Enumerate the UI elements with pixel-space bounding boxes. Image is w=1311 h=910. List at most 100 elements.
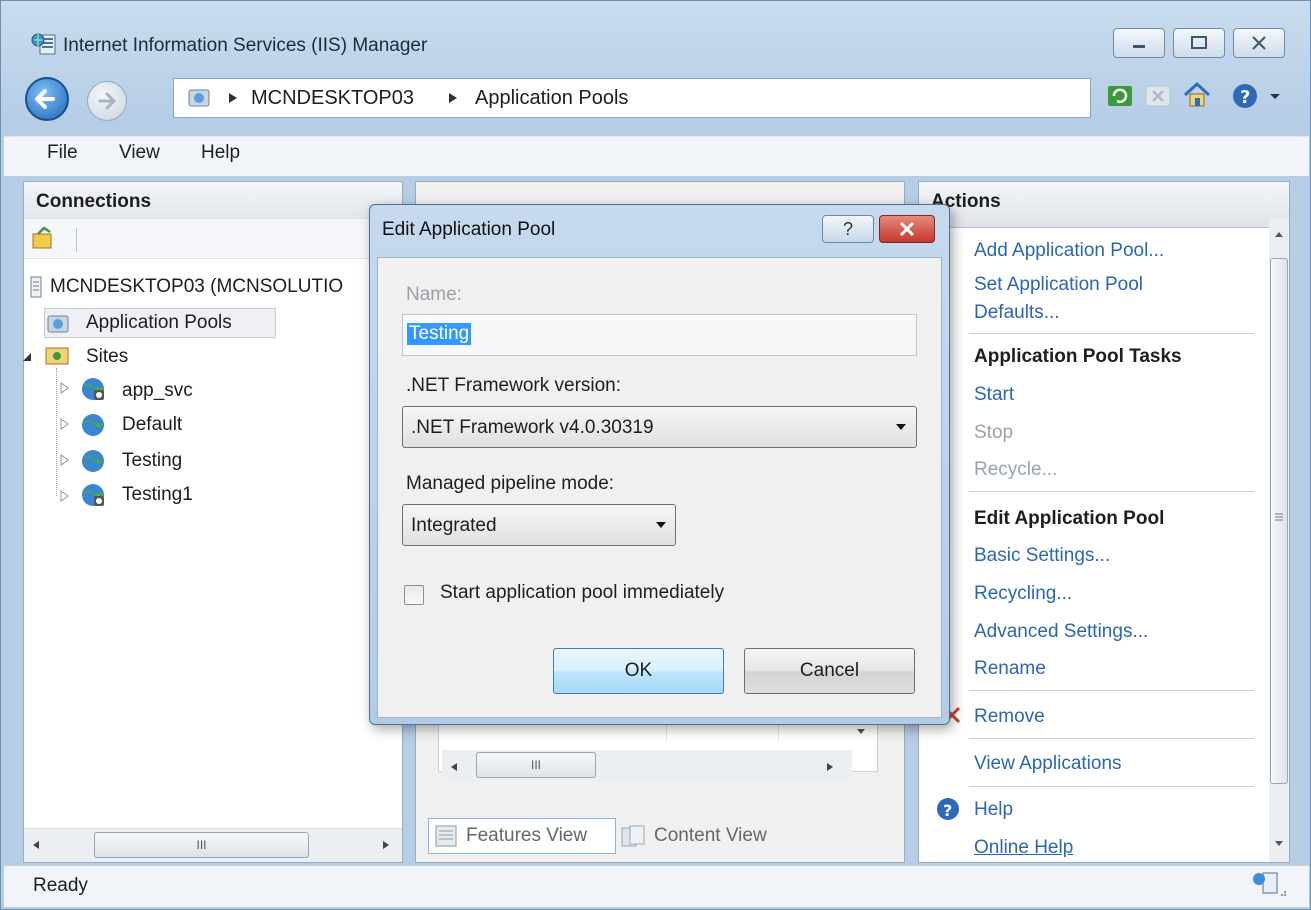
action-recycling[interactable]: Recycling... <box>974 583 1072 605</box>
app-pools-icon <box>185 84 213 112</box>
grid-scroll-thumb[interactable]: III <box>476 752 596 778</box>
scroll-down-icon[interactable] <box>856 728 866 736</box>
action-online-help[interactable]: Online Help <box>974 837 1073 859</box>
scroll-left-icon[interactable] <box>450 762 458 772</box>
name-field-value: Testing <box>407 323 472 345</box>
help-menu-icon[interactable]: ? <box>1231 81 1261 111</box>
chevron-down-icon <box>896 424 906 430</box>
tree-item-site[interactable]: Testing <box>122 450 182 472</box>
site-globe-icon <box>80 412 108 440</box>
start-immediately-label: Start application pool immediately <box>440 582 725 603</box>
framework-select[interactable]: .NET Framework v4.0.30319 <box>402 406 917 448</box>
pipeline-select[interactable]: Integrated <box>402 504 676 546</box>
site-globe-icon <box>80 376 108 404</box>
action-basic-settings[interactable]: Basic Settings... <box>974 545 1110 567</box>
close-icon <box>899 221 915 237</box>
dialog-help-button[interactable]: ? <box>822 215 874 243</box>
start-immediately-checkbox[interactable] <box>404 585 424 605</box>
site-globe-icon <box>80 448 108 476</box>
actions-separator <box>969 333 1254 334</box>
svg-text:?: ? <box>943 801 952 820</box>
cancel-button[interactable]: Cancel <box>744 648 915 694</box>
menu-view[interactable]: View <box>119 142 160 164</box>
breadcrumb-arrow-icon <box>227 91 239 105</box>
action-rename[interactable]: Rename <box>974 658 1046 680</box>
pipeline-label: Managed pipeline mode: <box>406 473 615 494</box>
content-view-icon <box>620 824 648 848</box>
edit-app-pool-dialog: Edit Application Pool ? Name: Testing .N… <box>369 204 950 725</box>
menu-file[interactable]: File <box>47 142 78 164</box>
help-dropdown-icon[interactable] <box>1269 93 1281 101</box>
expand-arrow-icon[interactable] <box>60 454 70 466</box>
site-globe-icon <box>80 482 108 510</box>
minimize-button[interactable] <box>1113 28 1165 58</box>
collapse-arrow-icon[interactable] <box>22 352 32 362</box>
app-pools-icon <box>46 310 72 336</box>
breadcrumb-app-pools[interactable]: Application Pools <box>475 87 628 110</box>
action-remove[interactable]: Remove <box>974 706 1045 728</box>
tree-item-site[interactable]: app_svc <box>122 380 193 402</box>
action-stop: Stop <box>974 422 1014 443</box>
server-icon <box>28 276 44 298</box>
tree-item-site[interactable]: Default <box>122 414 182 436</box>
menu-help[interactable]: Help <box>201 142 240 164</box>
menu-bar <box>4 136 1309 176</box>
actions-separator <box>969 786 1254 787</box>
action-start[interactable]: Start <box>974 384 1014 406</box>
svg-text:?: ? <box>1240 87 1250 108</box>
action-set-defaults-line2[interactable]: Defaults... <box>974 302 1060 324</box>
actions-separator <box>969 738 1254 739</box>
breadcrumb-arrow-icon <box>447 91 459 105</box>
status-bar <box>4 865 1309 907</box>
action-add-app-pool[interactable]: Add Application Pool... <box>974 240 1164 262</box>
scroll-up-icon[interactable] <box>1274 230 1284 238</box>
help-icon: ? <box>935 796 961 822</box>
action-view-applications[interactable]: View Applications <box>974 753 1122 775</box>
tree-item-app-pools[interactable]: Application Pools <box>86 312 232 334</box>
connections-panel: Connections MCNDESKTOP03 (MCNSOLUTIO App… <box>23 181 403 863</box>
window-title: Internet Information Services (IIS) Mana… <box>63 35 428 56</box>
tree-item-sites[interactable]: Sites <box>86 346 128 368</box>
actions-separator <box>969 690 1254 691</box>
dialog-title: Edit Application Pool <box>382 219 556 240</box>
actions-panel: Actions Add Application Pool... Set Appl… <box>918 181 1290 863</box>
tab-features-view-label: Features View <box>466 825 588 846</box>
connections-scroll-thumb[interactable]: III <box>94 832 309 858</box>
back-button[interactable] <box>25 77 69 121</box>
scroll-left-icon[interactable] <box>32 840 40 850</box>
forward-button[interactable] <box>87 81 127 121</box>
dialog-close-button[interactable] <box>879 215 935 243</box>
toolbar-divider <box>76 228 77 252</box>
breadcrumb-server[interactable]: MCNDESKTOP03 <box>251 87 414 110</box>
actions-title: Actions <box>919 182 1289 228</box>
stop-icon <box>1143 81 1173 111</box>
connect-icon[interactable] <box>30 226 56 252</box>
maximize-button[interactable] <box>1173 28 1225 58</box>
close-window-button[interactable] <box>1233 28 1285 58</box>
home-icon[interactable] <box>1181 79 1213 111</box>
tab-content-view[interactable]: Content View <box>654 825 767 847</box>
ok-button[interactable]: OK <box>553 648 724 694</box>
dialog-body: Name: Testing .NET Framework version: .N… <box>377 257 942 718</box>
actions-separator <box>969 491 1254 492</box>
name-label: Name: <box>406 284 462 305</box>
actions-section-edit: Edit Application Pool <box>974 508 1165 529</box>
expand-arrow-icon[interactable] <box>60 418 70 430</box>
scroll-right-icon[interactable] <box>382 840 390 850</box>
scroll-down-icon[interactable] <box>1274 840 1284 848</box>
tree-item-site[interactable]: Testing1 <box>122 484 193 506</box>
framework-select-value: .NET Framework v4.0.30319 <box>411 417 654 438</box>
action-set-defaults[interactable]: Set Application Pool <box>974 274 1143 296</box>
action-help[interactable]: Help <box>974 799 1013 821</box>
expand-arrow-icon[interactable] <box>60 490 70 502</box>
actions-section-tasks: Application Pool Tasks <box>974 346 1182 367</box>
features-view-icon <box>434 824 458 848</box>
back-arrow-icon <box>35 89 55 109</box>
scroll-right-icon[interactable] <box>826 762 834 772</box>
action-recycle: Recycle... <box>974 459 1058 480</box>
tree-connector <box>56 368 57 496</box>
tree-item-server[interactable]: MCNDESKTOP03 (MCNSOLUTIO <box>50 276 395 298</box>
refresh-icon[interactable] <box>1105 81 1135 111</box>
action-advanced-settings[interactable]: Advanced Settings... <box>974 621 1148 643</box>
expand-arrow-icon[interactable] <box>60 382 70 394</box>
